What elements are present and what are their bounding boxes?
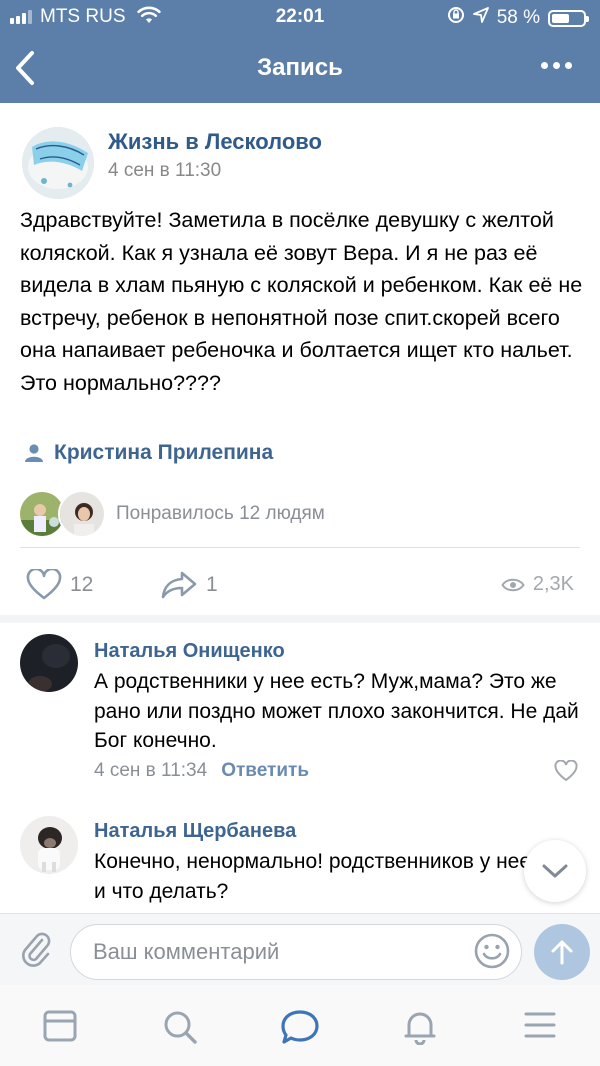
tab-menu[interactable] — [522, 1009, 558, 1046]
divider — [20, 547, 580, 548]
menu-icon — [524, 1012, 556, 1038]
views-count: 2,3K — [532, 573, 574, 595]
send-button[interactable] — [534, 924, 590, 980]
comment-like-button[interactable] — [554, 759, 578, 787]
avatar[interactable] — [20, 634, 78, 692]
share-icon — [161, 571, 197, 599]
comment-author[interactable]: Наталья Щербанева — [94, 820, 296, 843]
chat-bubble-icon — [281, 1010, 319, 1044]
status-right: 58 % — [447, 6, 589, 30]
battery-percent: 58 % — [496, 7, 540, 28]
section-divider — [0, 615, 600, 623]
attach-button[interactable] — [20, 930, 52, 973]
comment-text: Конечно, ненормально! родственников у не… — [94, 850, 573, 903]
comment-meta: 4 сен в 11:34 Ответить — [94, 760, 309, 782]
more-dots-icon — [541, 62, 548, 69]
post-text: Здравствуйте! Заметила в посёлке девушку… — [20, 208, 583, 395]
heart-icon — [554, 759, 578, 782]
smile-icon — [474, 933, 510, 969]
screen-lock-icon — [447, 6, 465, 30]
more-button[interactable] — [541, 62, 572, 69]
avatar — [58, 490, 106, 538]
tab-bar — [0, 985, 600, 1066]
eye-icon — [501, 578, 525, 591]
tab-notifications[interactable] — [402, 1009, 438, 1050]
top-bar: MTS RUS 22:01 58 % Запись — [0, 0, 600, 103]
tab-news[interactable] — [42, 1009, 78, 1048]
search-icon — [164, 1011, 197, 1044]
likers-avatars[interactable] — [18, 490, 106, 538]
post-date: 4 сен в 11:30 — [108, 160, 222, 181]
battery-icon — [548, 9, 589, 27]
comment-composer — [0, 913, 600, 985]
comment-text: А родственники у нее есть? Муж,мама? Это… — [94, 670, 579, 752]
arrow-up-icon — [551, 940, 573, 965]
like-button[interactable]: 12 — [26, 569, 93, 601]
post-actions: 12 1 2,3K — [0, 566, 600, 606]
emoji-button[interactable] — [474, 933, 510, 974]
scroll-down-button[interactable] — [524, 840, 586, 902]
author-name: Кристина Прилепина — [54, 441, 274, 464]
views-counter: 2,3K — [501, 573, 574, 596]
share-count: 1 — [206, 573, 218, 596]
avatar[interactable] — [20, 816, 78, 874]
comment-date: 4 сен в 11:34 — [94, 760, 208, 781]
status-bar: MTS RUS 22:01 58 % — [0, 0, 600, 34]
comment-input[interactable] — [70, 924, 522, 980]
group-name[interactable]: Жизнь в Лесколово — [108, 129, 322, 155]
tab-search[interactable] — [162, 1009, 198, 1050]
comment-author[interactable]: Наталья Онищенко — [94, 640, 285, 663]
group-avatar[interactable] — [22, 127, 94, 199]
tab-messages[interactable] — [280, 1009, 320, 1050]
like-count: 12 — [70, 573, 94, 596]
reply-button[interactable]: Ответить — [221, 760, 309, 782]
share-button[interactable]: 1 — [160, 569, 218, 601]
news-icon — [43, 1010, 77, 1042]
liked-by-text[interactable]: Понравилось 12 людям — [116, 503, 325, 525]
page-title: Запись — [257, 54, 343, 81]
chevron-down-icon — [542, 864, 568, 878]
user-icon — [25, 444, 43, 462]
location-icon — [472, 7, 489, 29]
post-author[interactable]: Кристина Прилепина — [24, 441, 273, 465]
paperclip-icon — [22, 932, 51, 967]
bell-icon — [404, 1012, 436, 1046]
heart-icon — [26, 569, 62, 600]
